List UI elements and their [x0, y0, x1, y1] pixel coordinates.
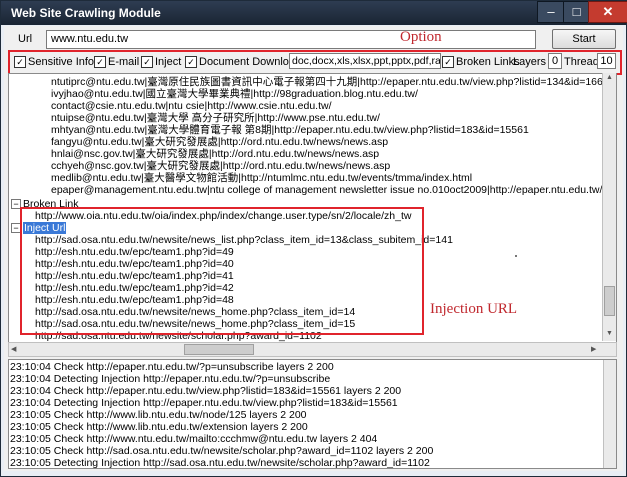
minimize-button[interactable]: –: [537, 1, 565, 23]
title-bar[interactable]: Web Site Crawling Module – □ ✕: [1, 1, 627, 25]
tree-horizontal-scroll-thumb[interactable]: [184, 344, 254, 355]
tree-email-row[interactable]: contact@csie.ntu.edu.tw|ntu csie|http://…: [51, 100, 332, 112]
log-line: 23:10:04 Detecting Injection http://epap…: [10, 397, 398, 409]
document-download-checkbox[interactable]: ✓: [185, 56, 197, 68]
start-button[interactable]: Start: [552, 29, 616, 49]
option-annotation: Option: [400, 29, 442, 45]
scroll-up-icon[interactable]: ▲: [606, 74, 613, 81]
window-title: Web Site Crawling Module: [11, 6, 161, 20]
maximize-button[interactable]: □: [563, 1, 590, 23]
email-checkbox[interactable]: ✓: [94, 56, 106, 68]
url-label: Url: [18, 33, 33, 45]
scroll-left-icon[interactable]: ◀: [11, 345, 16, 353]
log-line: 23:10:05 Check http://sad.osa.ntu.edu.tw…: [10, 445, 434, 457]
injection-url-annotation: Injection URL: [430, 301, 518, 317]
broken-links-label: Broken Links: [456, 56, 520, 68]
sensitive-info-checkbox[interactable]: ✓: [14, 56, 26, 68]
doc-types-input[interactable]: doc,docx,xls,xlsx,ppt,pptx,pdf,rar,z: [289, 53, 441, 69]
inject-label: Inject: [155, 56, 182, 68]
log-vertical-scrollbar[interactable]: [603, 360, 616, 468]
log-line: 23:10:04 Check http://epaper.ntu.edu.tw/…: [10, 361, 334, 373]
thread-label: Thread: [564, 56, 599, 68]
inject-url-highlight-box: [20, 207, 424, 335]
broken-links-checkbox[interactable]: ✓: [442, 56, 454, 68]
tree-email-row[interactable]: hnlai@nsc.gov.tw|臺大研究發展處|http://ord.ntu.…: [51, 148, 379, 160]
log-line: 23:10:05 Check http://www.ntu.edu.tw/mai…: [10, 433, 378, 445]
tree-email-row[interactable]: ntuipse@ntu.edu.tw|臺灣大學 高分子研究所|http://ww…: [51, 112, 380, 124]
log-panel[interactable]: 23:10:04 Check http://epaper.ntu.edu.tw/…: [8, 359, 617, 469]
tree-horizontal-scrollbar[interactable]: ◀ ▶: [8, 342, 617, 357]
scroll-down-icon[interactable]: ▼: [606, 330, 613, 337]
tree-email-row[interactable]: medlib@ntu.edu.tw|臺大醫學文物館活動|http://ntuml…: [51, 172, 472, 184]
email-label: E-mail: [108, 56, 140, 68]
tree-email-row[interactable]: ntutiprc@ntu.edu.tw|臺灣原住民族圖書資訊中心電子報第四十九期…: [51, 76, 615, 88]
client-area: Url www.ntu.edu.tw Start Option ✓ Sensit…: [4, 26, 623, 471]
layers-label: Layers: [513, 56, 547, 68]
log-line: 23:10:05 Check http://www.lib.ntu.edu.tw…: [10, 409, 307, 421]
document-download-label: Document Download: [199, 56, 302, 68]
tree-email-row[interactable]: epaper@management.ntu.edu.tw|ntu college…: [51, 184, 616, 196]
inject-checkbox[interactable]: ✓: [141, 56, 153, 68]
url-input[interactable]: www.ntu.edu.tw: [46, 30, 536, 49]
scroll-right-icon[interactable]: ▶: [591, 345, 596, 353]
app-window: Web Site Crawling Module – □ ✕ Url www.n…: [0, 0, 627, 477]
sensitive-info-label: Sensitive Info: [28, 56, 95, 68]
layers-input[interactable]: 0: [548, 53, 562, 69]
tree-vertical-scroll-thumb[interactable]: [604, 286, 615, 316]
log-line: 23:10:05 Detecting Injection http://sad.…: [10, 457, 430, 469]
log-line: 23:10:05 Check http://www.lib.ntu.edu.tw…: [10, 421, 308, 433]
close-button[interactable]: ✕: [588, 1, 627, 23]
tree-email-row[interactable]: cchyeh@nsc.gov.tw|臺大研究發展處|http://ord.ntu…: [51, 160, 390, 172]
tree-email-row[interactable]: fangyu@ntu.edu.tw|臺大研究發展處|http://ord.ntu…: [51, 136, 388, 148]
tree-email-row[interactable]: ivyjhao@ntu.edu.tw|國立臺灣大學畢業典禮|http://98g…: [51, 88, 418, 100]
log-line: 23:10:04 Detecting Injection http://epap…: [10, 373, 331, 385]
stray-dot: [515, 255, 517, 257]
thread-input[interactable]: 10: [597, 53, 616, 69]
log-line: 23:10:04 Check http://epaper.ntu.edu.tw/…: [10, 385, 402, 397]
tree-email-row[interactable]: mhtyan@ntu.edu.tw|臺灣大學體育電子報 第8期|http://e…: [51, 124, 529, 136]
